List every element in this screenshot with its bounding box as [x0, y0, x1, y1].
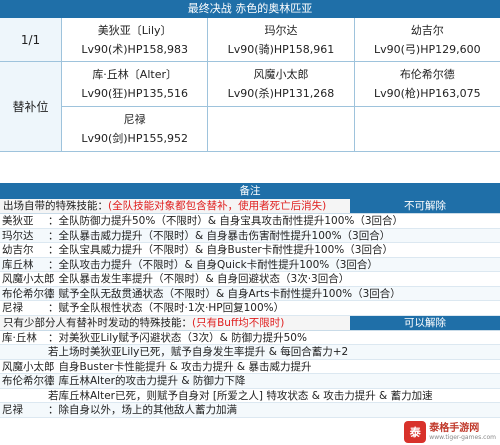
skill-line: 玛尔达 ：全队暴击威力提升（不限时）& 自身暴击伤害耐性提升100%（3回合）: [0, 228, 500, 243]
empty-cell: [354, 107, 500, 151]
enemy-stat: Lv90(弓)HP129,600: [374, 42, 481, 56]
enemy-cell: 库·丘林〔Alter〕 Lv90(狂)HP135,516: [62, 62, 209, 106]
skill-desc: ：赋予全队无敌贯通状态（不限时）& 自身Arts卡耐性提升100%（3回合）: [48, 287, 401, 300]
skill-line: 布伦希尔德 ：库丘林Alter的攻击力提升 & 防御力下降: [0, 374, 500, 389]
empty-cell: [208, 107, 355, 151]
enemy-stat: Lv90(剑)HP155,952: [81, 132, 188, 145]
skill-desc: ：除自身以外，场上的其他敌人蓄力加满: [48, 404, 237, 416]
skill-owner: 尼禄: [2, 302, 23, 314]
row-reserve-2: 尼禄 Lv90(剑)HP155,952: [62, 107, 500, 151]
enemy-name: 库·丘林〔Alter〕: [92, 68, 177, 81]
section2-note: (只有Buff均不限时): [192, 316, 285, 329]
section1-header: 出场自带的特殊技能：(全队技能对象都包含替补，使用者死亡后消失) 不可解除: [0, 199, 500, 214]
watermark-text: 泰格手游网 www.tiger-games.com: [429, 423, 496, 441]
skill-line: 尼禄 ：赋予全队根性状态（不限时·1次·HP回复100%）: [0, 301, 500, 316]
row-reserve: 库·丘林〔Alter〕 Lv90(狂)HP135,516 风魔小太郎 Lv90(…: [62, 62, 500, 107]
section2-header: 只有少部分人有替补时发动的特殊技能：(只有Buff均不限时) 可以解除: [0, 315, 500, 331]
enemy-name: 布伦希尔德: [399, 68, 455, 81]
skill-line: 布伦希尔德 ：赋予全队无敌贯通状态（不限时）& 自身Arts卡耐性提升100%（3…: [0, 286, 500, 301]
watermark-title: 泰格手游网: [429, 423, 480, 434]
skill-desc: ：全队攻击力提升（不限时）& 自身Quick卡耐性提升100%（3回合）: [48, 258, 378, 271]
skill-owner: 布伦希尔德: [2, 375, 55, 387]
skill-desc: ：全队暴击发生率提升（不限时）& 自身回避状态（3次·3回合）: [48, 273, 350, 285]
enemy-stat: Lv90(骑)HP158,961: [227, 42, 335, 56]
reserve-rows: 库·丘林〔Alter〕 Lv90(狂)HP135,516 风魔小太郎 Lv90(…: [62, 62, 500, 151]
skill-line: 若上场时美狄亚Lily已死，赋予自身发生率提升 & 每回合蓄力+2: [0, 345, 500, 360]
section2-tag: 可以解除: [350, 315, 500, 330]
skill-desc: ：库丘林Alter的攻击力提升 & 防御力下降: [48, 375, 246, 387]
reserve-block: 替补位 库·丘林〔Alter〕 Lv90(狂)HP135,516 风魔小太郎 L…: [0, 62, 500, 152]
section2-prefix: 只有少部分人有替补时发动的特殊技能：: [3, 316, 192, 329]
enemy-cell: 玛尔达 Lv90(骑)HP158,961: [208, 18, 355, 61]
enemy-cell: 尼禄 Lv90(剑)HP155,952: [62, 107, 209, 151]
skill-owner: 尼禄: [2, 404, 23, 416]
skill-owner: 风魔小太郎: [2, 360, 55, 373]
skill-line: 风魔小太郎 ：自身Buster卡性能提升 & 攻击力提升 & 暴击威力提升: [0, 360, 500, 374]
row-main: 1/1 美狄亚〔Lily〕 Lv90(术)HP158,983 玛尔达 Lv90(…: [0, 18, 500, 62]
enemy-stat: Lv90(狂)HP135,516: [81, 87, 188, 100]
skill-owner: 风魔小太郎: [2, 273, 55, 285]
skill-desc: ：对美狄亚Lily赋予闪避状态（3次）& 防御力提升50%: [48, 331, 307, 344]
skill-desc: ：全队暴击威力提升（不限时）& 自身暴击伤害耐性提升100%（3回合）: [48, 229, 391, 242]
enemy-grid: 1/1 美狄亚〔Lily〕 Lv90(术)HP158,983 玛尔达 Lv90(…: [0, 18, 500, 152]
watermark: 泰 泰格手游网 www.tiger-games.com: [404, 421, 496, 443]
enemy-name: 风魔小太郎: [253, 68, 309, 81]
remarks-header: 备注: [0, 183, 500, 199]
skill-desc: ：全队防御力提升50%（不限时）& 自身宝具攻击耐性提升100%（3回合）: [48, 215, 404, 227]
skill-line: 风魔小太郎 ：全队暴击发生率提升（不限时）& 自身回避状态（3次·3回合）: [0, 272, 500, 287]
enemy-stat: Lv90(枪)HP163,075: [374, 87, 481, 100]
enemy-cell: 风魔小太郎 Lv90(杀)HP131,268: [208, 62, 355, 106]
skill-owner: 布伦希尔德: [2, 287, 55, 300]
watermark-url: www.tiger-games.com: [429, 434, 496, 441]
section1-title: 出场自带的特殊技能：(全队技能对象都包含替补，使用者死亡后消失): [0, 199, 350, 213]
enemy-cell: 幼吉尔 Lv90(弓)HP129,600: [355, 18, 500, 61]
skill-owner: 美狄亚: [2, 215, 34, 227]
section1-tag: 不可解除: [350, 199, 500, 213]
enemy-name: 尼禄: [123, 113, 146, 126]
row-label: 1/1: [0, 18, 62, 61]
skill-owner: 玛尔达: [2, 229, 34, 242]
skill-owner: [0, 389, 48, 403]
row-label: 替补位: [0, 62, 62, 151]
skill-desc: 若上场时美狄亚Lily已死，赋予自身发生率提升 & 每回合蓄力+2: [48, 346, 349, 358]
skill-owner: 幼吉尔: [2, 244, 34, 256]
skill-line: 库丘林 ：全队攻击力提升（不限时）& 自身Quick卡耐性提升100%（3回合）: [0, 257, 500, 272]
skill-desc: 若库丘林Alter已死，则赋予自身对 [所爱之人] 特攻状态 & 攻击力提升 &…: [48, 389, 433, 402]
section1-prefix: 出场自带的特殊技能：: [3, 200, 108, 212]
skill-desc: ：全队宝具威力提升（不限时）& 自身Buster卡耐性提升100%（3回合）: [48, 244, 393, 256]
page-title: 最终决战 赤色的奥林匹亚: [0, 0, 500, 18]
enemy-stat: Lv90(术)HP158,983: [81, 42, 188, 56]
skill-line: 若库丘林Alter已死，则赋予自身对 [所爱之人] 特攻状态 & 攻击力提升 &…: [0, 389, 500, 403]
section2-title: 只有少部分人有替补时发动的特殊技能：(只有Buff均不限时): [0, 316, 350, 330]
skill-owner: 库丘林: [2, 258, 34, 271]
enemy-stat: Lv90(杀)HP131,268: [227, 87, 335, 100]
skill-owner: 库·丘林: [2, 331, 37, 344]
remarks-section: 备注 出场自带的特殊技能：(全队技能对象都包含替补，使用者死亡后消失) 不可解除…: [0, 183, 500, 418]
skill-line: 幼吉尔 ：全队宝具威力提升（不限时）& 自身Buster卡耐性提升100%（3回合…: [0, 243, 500, 258]
enemy-name: 美狄亚〔Lily〕: [97, 23, 172, 37]
section1-note: (全队技能对象都包含替补，使用者死亡后消失): [108, 200, 327, 212]
enemy-cell: 美狄亚〔Lily〕 Lv90(术)HP158,983: [62, 18, 209, 61]
skill-owner: [0, 345, 48, 359]
skill-desc: ：自身Buster卡性能提升 & 攻击力提升 & 暴击威力提升: [48, 360, 312, 373]
skill-line: 库·丘林 ：对美狄亚Lily赋予闪避状态（3次）& 防御力提升50%: [0, 331, 500, 345]
enemy-name: 幼吉尔: [410, 23, 444, 37]
skill-line: 美狄亚 ：全队防御力提升50%（不限时）& 自身宝具攻击耐性提升100%（3回合）: [0, 214, 500, 229]
enemy-name: 玛尔达: [264, 23, 298, 37]
skill-desc: ：赋予全队根性状态（不限时·1次·HP回复100%）: [48, 302, 285, 314]
page: 最终决战 赤色的奥林匹亚 1/1 美狄亚〔Lily〕 Lv90(术)HP158,…: [0, 0, 500, 445]
skill-line: 尼禄 ：除自身以外，场上的其他敌人蓄力加满: [0, 403, 500, 418]
enemy-cell: 布伦希尔德 Lv90(枪)HP163,075: [355, 62, 500, 106]
watermark-logo-icon: 泰: [404, 421, 427, 443]
